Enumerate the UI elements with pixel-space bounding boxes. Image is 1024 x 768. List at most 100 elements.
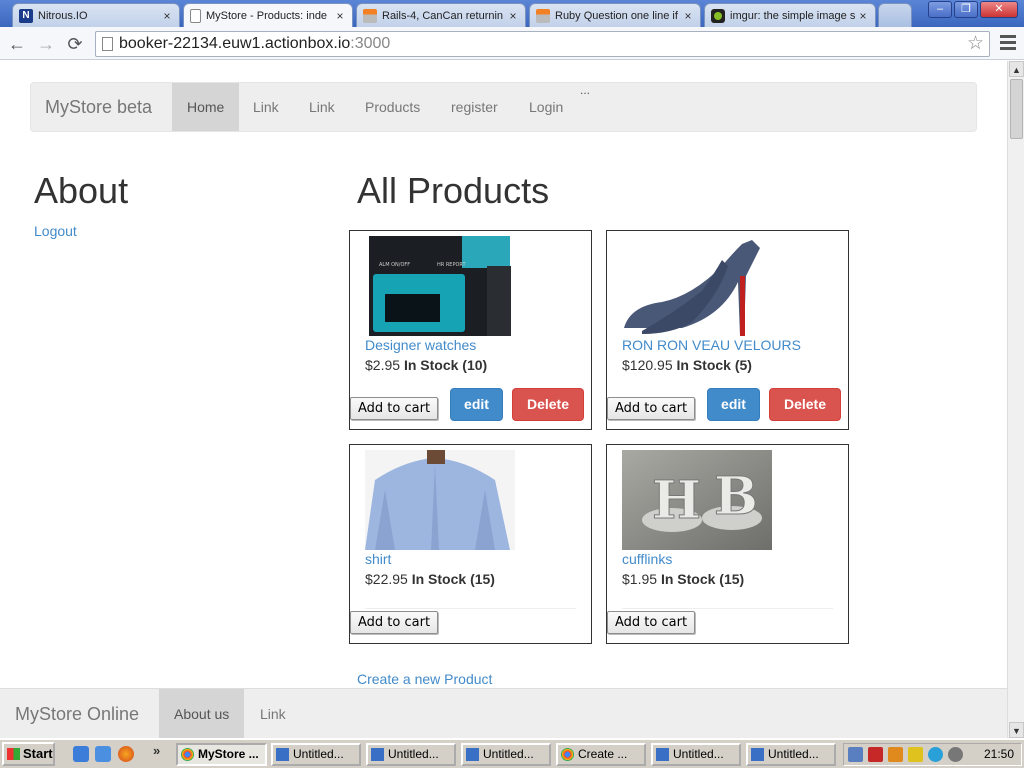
product-name-link[interactable]: Designer watches bbox=[365, 337, 476, 353]
browser-tab[interactable]: Ruby Question one line if × bbox=[529, 3, 701, 27]
tab-close-icon[interactable]: × bbox=[682, 9, 694, 23]
browser-tab[interactable]: Rails-4, CanCan returnin × bbox=[356, 3, 526, 27]
footer-link-about[interactable]: About us bbox=[159, 689, 245, 738]
add-to-cart-button[interactable]: Add to cart bbox=[350, 611, 439, 634]
nav-link-home[interactable]: Home bbox=[172, 83, 240, 131]
browser-tab[interactable]: imgur: the simple image s × bbox=[704, 3, 876, 27]
product-name-link[interactable]: RON RON VEAU VELOURS bbox=[622, 337, 801, 353]
back-icon[interactable]: ← bbox=[6, 33, 28, 55]
nav-link-products[interactable]: Products bbox=[350, 83, 435, 131]
new-tab-button[interactable] bbox=[878, 3, 912, 27]
product-card: ALM ON/OFF HR REPORT Designer watches $2… bbox=[349, 230, 592, 430]
delete-button[interactable]: Delete bbox=[512, 388, 584, 421]
taskbar-item[interactable]: Untitled... bbox=[366, 743, 456, 766]
shield-icon[interactable] bbox=[908, 747, 923, 762]
nav-link[interactable]: Link bbox=[238, 83, 294, 131]
system-tray: 21:50 bbox=[843, 743, 1022, 766]
desktop-icon[interactable] bbox=[95, 746, 111, 762]
chrome-icon bbox=[181, 748, 194, 761]
pdf-icon[interactable] bbox=[868, 747, 883, 762]
close-icon[interactable]: ✕ bbox=[980, 1, 1018, 18]
logout-link[interactable]: Logout bbox=[34, 223, 77, 239]
quicklaunch-more-icon[interactable]: » bbox=[153, 743, 160, 758]
java-icon[interactable] bbox=[888, 747, 903, 762]
firefox-icon[interactable] bbox=[118, 746, 134, 762]
update-icon[interactable] bbox=[928, 747, 943, 762]
page-icon bbox=[102, 37, 113, 51]
address-bar[interactable]: booker-22134.euw1.actionbox.io:3000 ☆ bbox=[95, 31, 990, 57]
taskbar-item[interactable]: Create ... bbox=[556, 743, 646, 766]
taskbar-item[interactable]: Untitled... bbox=[271, 743, 361, 766]
tab-title: MyStore - Products: inde bbox=[206, 10, 328, 22]
nav-link-login[interactable]: Login bbox=[514, 83, 578, 131]
footer-brand[interactable]: MyStore Online bbox=[15, 689, 139, 738]
svg-text:HR REPORT: HR REPORT bbox=[437, 262, 467, 268]
taskbar-item-label: MyStore ... bbox=[198, 747, 259, 761]
network-icon[interactable] bbox=[848, 747, 863, 762]
browser-tab-active[interactable]: MyStore - Products: inde × bbox=[183, 3, 353, 28]
delete-button[interactable]: Delete bbox=[769, 388, 841, 421]
menu-icon[interactable] bbox=[998, 33, 1018, 53]
ie-icon[interactable] bbox=[73, 746, 89, 762]
add-to-cart-button[interactable]: Add to cart bbox=[607, 397, 696, 420]
stock-status: In Stock (15) bbox=[660, 571, 745, 587]
price-value: $1.95 bbox=[622, 571, 658, 587]
app-window-icon bbox=[276, 748, 289, 761]
app-window-icon bbox=[656, 748, 669, 761]
app-window-icon bbox=[371, 748, 384, 761]
svg-text:H: H bbox=[652, 470, 701, 531]
product-name-link[interactable]: cufflinks bbox=[622, 551, 672, 567]
taskbar-item[interactable]: Untitled... bbox=[746, 743, 836, 766]
product-image-cufflinks[interactable]: H B bbox=[622, 450, 772, 550]
product-image-watch[interactable]: ALM ON/OFF HR REPORT bbox=[367, 236, 517, 336]
scrollbar-thumb[interactable] bbox=[1010, 79, 1023, 139]
product-name-link[interactable]: shirt bbox=[365, 551, 391, 567]
create-product-link[interactable]: Create a new Product bbox=[357, 671, 492, 687]
tab-close-icon[interactable]: × bbox=[161, 9, 173, 23]
product-price: $22.95 In Stock (15) bbox=[365, 571, 495, 587]
taskbar-item[interactable]: Untitled... bbox=[651, 743, 741, 766]
tab-close-icon[interactable]: × bbox=[857, 9, 869, 23]
product-image-heels[interactable] bbox=[622, 236, 772, 336]
svg-text:B: B bbox=[714, 466, 758, 527]
add-to-cart-button[interactable]: Add to cart bbox=[607, 611, 696, 634]
tab-close-icon[interactable]: × bbox=[507, 9, 519, 23]
browser-tab[interactable]: N Nitrous.IO × bbox=[12, 3, 180, 27]
navbar-brand[interactable]: MyStore beta bbox=[45, 83, 152, 131]
product-price: $1.95 In Stock (15) bbox=[622, 571, 744, 587]
product-card: RON RON VEAU VELOURS $120.95 In Stock (5… bbox=[606, 230, 849, 430]
nav-link[interactable]: Link bbox=[294, 83, 350, 131]
vertical-scrollbar[interactable]: ▲ ▼ bbox=[1007, 61, 1024, 738]
price-value: $2.95 bbox=[365, 357, 401, 373]
clock: 21:50 bbox=[983, 747, 1014, 761]
browser-tabstrip: N Nitrous.IO × MyStore - Products: inde … bbox=[0, 0, 1024, 28]
reload-icon[interactable]: ⟳ bbox=[64, 33, 86, 55]
forward-icon[interactable]: → bbox=[35, 33, 57, 55]
speaker-icon[interactable] bbox=[948, 747, 963, 762]
scroll-up-icon[interactable]: ▲ bbox=[1009, 61, 1024, 77]
minimize-icon[interactable]: – bbox=[928, 1, 952, 18]
taskbar-item-label: Untitled... bbox=[483, 747, 534, 761]
app-window-icon bbox=[751, 748, 764, 761]
taskbar-item[interactable]: MyStore ... bbox=[176, 743, 267, 766]
restore-icon[interactable]: ❐ bbox=[954, 1, 978, 18]
url-port: :3000 bbox=[350, 35, 391, 52]
edit-button[interactable]: edit bbox=[450, 388, 503, 421]
tab-close-icon[interactable]: × bbox=[334, 9, 346, 23]
product-price: $2.95 In Stock (10) bbox=[365, 357, 487, 373]
footer-link[interactable]: Link bbox=[245, 689, 301, 738]
product-price: $120.95 In Stock (5) bbox=[622, 357, 752, 373]
scroll-down-icon[interactable]: ▼ bbox=[1009, 722, 1024, 738]
stock-status: In Stock (5) bbox=[676, 357, 752, 373]
edit-button[interactable]: edit bbox=[707, 388, 760, 421]
os-taskbar: Start » MyStore ... Untitled... Untitled… bbox=[0, 738, 1024, 768]
add-to-cart-button[interactable]: Add to cart bbox=[350, 397, 439, 420]
imgur-icon bbox=[711, 8, 725, 23]
bookmark-star-icon[interactable]: ☆ bbox=[967, 32, 984, 56]
nav-overflow: ... bbox=[580, 83, 591, 97]
start-button[interactable]: Start bbox=[2, 742, 55, 766]
product-image-shirt[interactable] bbox=[365, 450, 515, 550]
nav-link-register[interactable]: register bbox=[436, 83, 513, 131]
page-icon bbox=[190, 9, 201, 23]
taskbar-item[interactable]: Untitled... bbox=[461, 743, 551, 766]
